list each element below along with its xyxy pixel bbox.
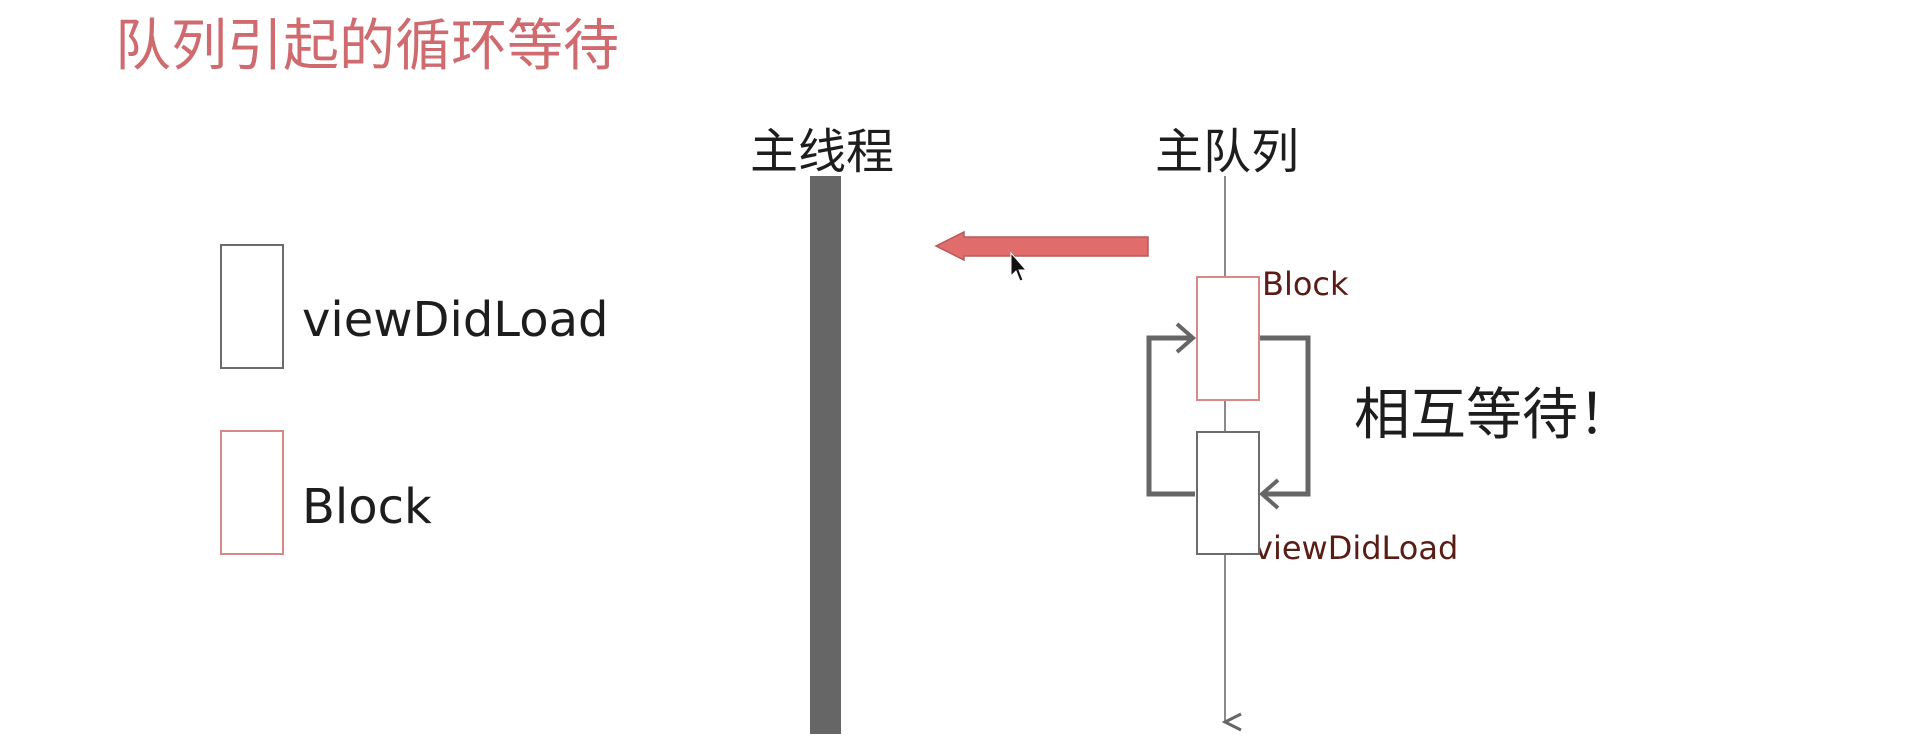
queue-block-box xyxy=(1196,276,1260,401)
cycle-arrow-left xyxy=(1146,335,1195,497)
cursor-icon xyxy=(1010,251,1028,282)
main-thread-bar xyxy=(810,176,841,734)
queue-viewdidload-box xyxy=(1196,431,1260,555)
legend-viewdidload-box xyxy=(220,244,284,369)
diagram-canvas xyxy=(220,176,1311,734)
dispatch-arrow xyxy=(934,230,1149,262)
cycle-arrow-right xyxy=(1257,335,1311,497)
legend-block-box xyxy=(220,430,284,555)
